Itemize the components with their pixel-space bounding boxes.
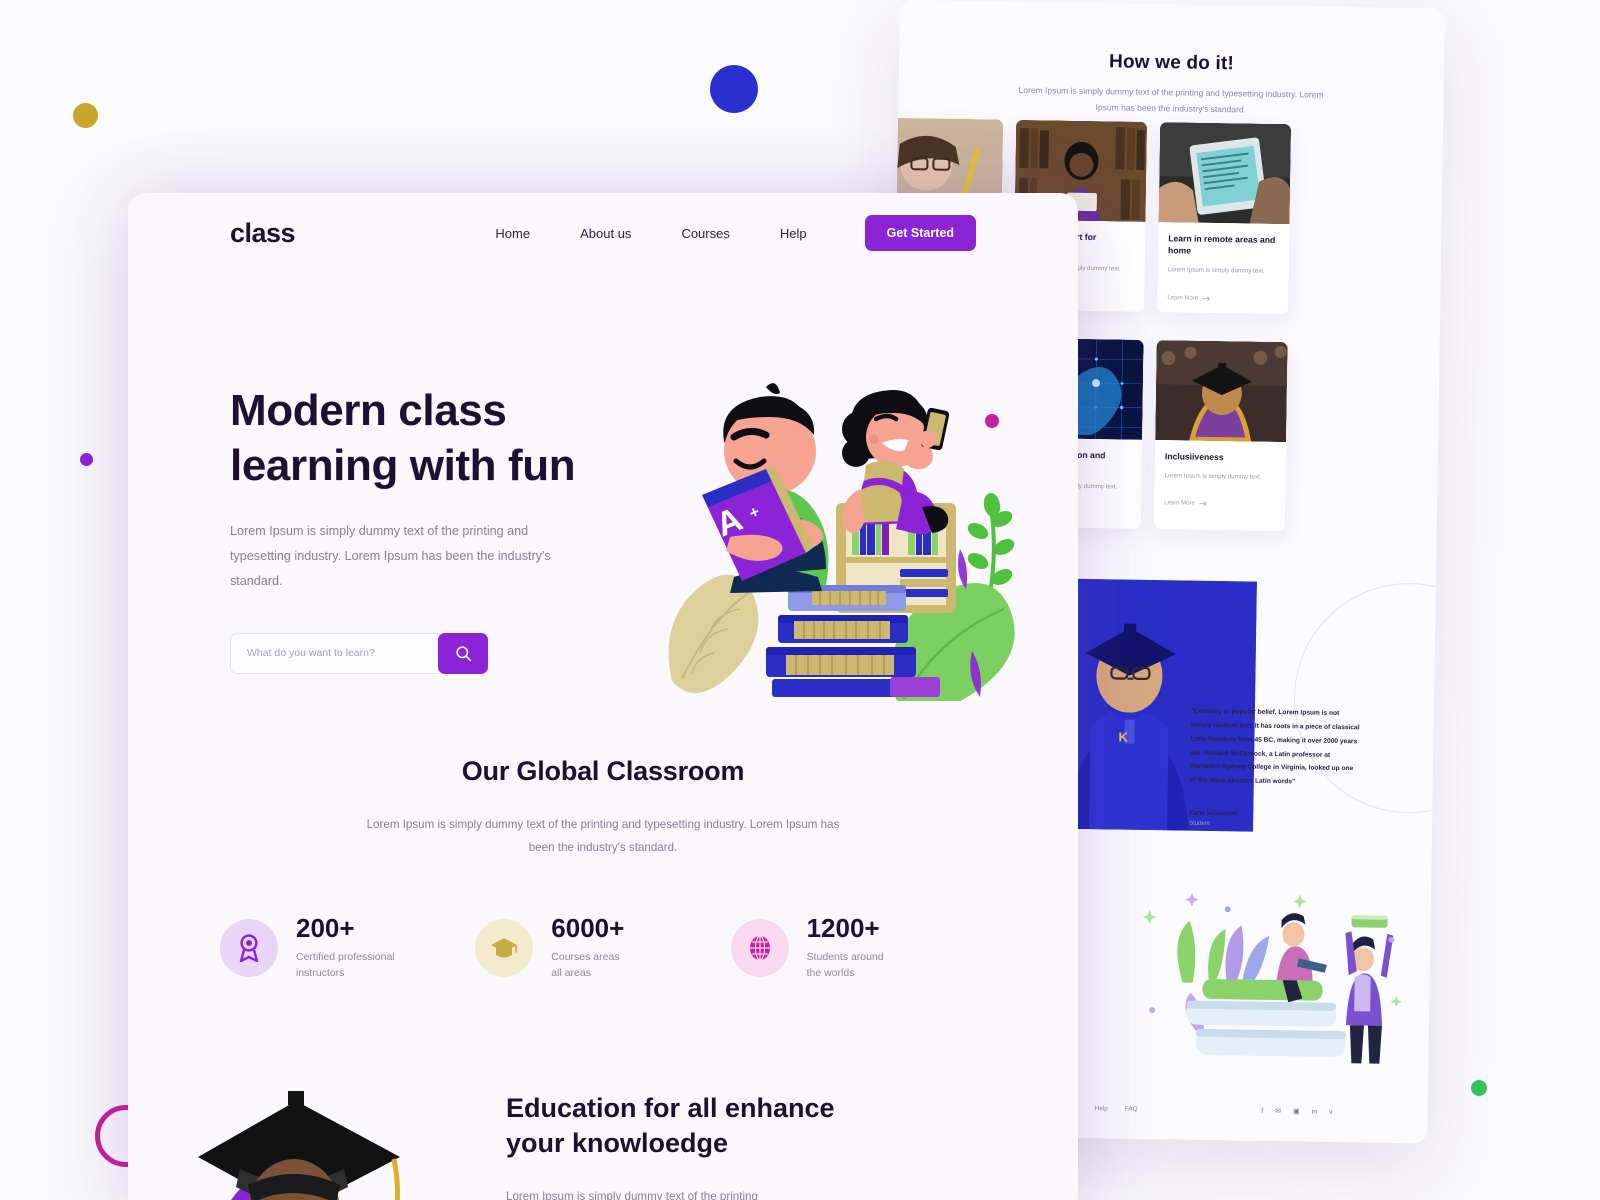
logo[interactable]: class [230,218,296,249]
learn-more-link[interactable]: Learn More [1164,500,1275,508]
hero-section: Modern class learning with fun Lorem Ips… [128,273,1078,701]
nav-item-help[interactable]: Help [755,226,832,241]
arrow-right-icon [1202,296,1210,301]
stat-number: 1200+ [806,912,880,943]
hero-copy: Modern class learning with fun Lorem Ips… [230,345,670,674]
ribbon-award-icon-wrap [220,919,278,978]
section-title-global-classroom: Our Global Classroom [461,755,745,786]
stat-label: Certified professional instructors [296,950,395,982]
globe-icon-wrap [730,919,789,978]
stat-item-students: 1200+ Students around the worlds [730,915,986,982]
books-and-students-illustration [1121,882,1414,1072]
card-thumbnail-tablet-reading [1158,122,1292,225]
stat-label-line-1: Students around [806,950,884,963]
girl-reading-phone [841,390,950,535]
instagram-icon[interactable]: ▣ [1293,1107,1300,1115]
get-started-button[interactable]: Get Started [864,215,976,251]
footer-link-faq[interactable]: FAQ [1125,1105,1138,1112]
card-title: Learn in remote areas and home [1168,233,1276,256]
preview-card-2[interactable]: Learn in remote areas and home Lorem Ips… [1157,122,1292,314]
page-title: Modern class learning with fun [230,383,670,493]
arrow-right-icon [1198,501,1207,507]
card-text: Lorem Ipsum is simply dummy text. [1164,472,1262,481]
main-nav: Home About us Courses Help Get Started [470,215,976,251]
card-title: Inclusiiveness [1164,450,1224,462]
learn-more-label: Learn More [1164,500,1195,507]
search-icon [455,645,471,661]
global-classroom-section: Our Global Classroom Lorem Ipsum is simp… [128,756,1078,859]
decor-dot-green [1471,1080,1487,1096]
stat-item-courses: 6000+ Courses areas all areas [475,915,730,982]
decor-dot-purple-small [80,453,93,466]
testimonial-author: Kane willamson [1189,809,1238,818]
decor-dot-magenta [985,414,999,428]
card-text: Lorem Ipsum is simply dummy text. [1167,266,1265,276]
twitter-icon[interactable]: ✉ [1275,1107,1281,1115]
card-thumbnail-graduation [1155,339,1288,442]
education-title-line-1: Education for all enhance [506,1093,835,1124]
nav-item-about-us[interactable]: About us [555,226,656,241]
stats-row: 200+ Certified professional instructors [128,915,1078,982]
section-paragraph-global-classroom: Lorem Ipsum is simply dummy text of the … [366,817,840,854]
hero-paragraph: Lorem Ipsum is simply dummy text of the … [230,524,551,589]
stat-text: 6000+ Courses areas all areas [551,915,624,982]
stat-label: Students around the worlds [807,950,884,982]
decor-dot-gold [73,103,98,128]
section-title-education: Education for all enhance your knowloedg… [506,1091,835,1160]
nav-item-home[interactable]: Home [470,226,555,241]
preview-card-4[interactable]: Inclusiiveness Lorem Ipsum is simply dum… [1153,339,1288,532]
main-landing-page-card: class Home About us Courses Help Get Sta… [128,193,1078,1200]
ribbon-award-icon [239,934,259,963]
nav-item-courses[interactable]: Courses [656,226,754,241]
stat-label-line-1: Certified professional [296,950,395,963]
site-header: class Home About us Courses Help Get Sta… [128,193,1078,273]
decor-dot-blue-large [710,65,758,113]
search-input[interactable] [230,632,438,674]
facebook-icon[interactable]: f [1261,1107,1263,1114]
stat-label-line-1: Courses areas [551,950,620,963]
graduate-photo [128,1039,463,1200]
stat-label-line-2: the worlds [806,966,855,979]
testimonial-quote: “Contrary to popular belief, Lorem Ipsum… [1189,707,1360,786]
stat-label: Courses areas all areas [551,950,624,982]
stat-number: 200+ [296,912,355,943]
testimonial-block: “Contrary to popular belief, Lorem Ipsum… [1189,705,1361,830]
stat-text: 1200+ Students around the worlds [807,915,884,982]
vimeo-icon[interactable]: v [1329,1108,1333,1115]
stat-text: 200+ Certified professional instructors [296,915,395,982]
stat-label-line-2: all areas [551,966,591,979]
education-section: Education for all enhance your knowloedg… [128,1039,1078,1200]
screenshot-canvas: How we do it! Lorem Ipsum is simply dumm… [0,0,1600,1200]
section-paragraph-education: Lorem Ipsum is simply dummy text of the … [506,1189,758,1200]
hero-search [230,632,488,674]
right-panel-subtitle: Lorem Ipsum is simply dummy text of the … [1018,84,1324,115]
hero-title-line-1: Modern class [230,386,507,435]
footer-social-links: f ✉ ▣ in v [1261,1107,1333,1116]
svg-text:K: K [1118,730,1128,745]
linkedin-icon[interactable]: in [1312,1108,1318,1115]
search-button[interactable] [438,632,488,674]
globe-icon [749,935,770,961]
hero-illustration-kids-reading: A + [660,381,1030,701]
boy-reading: A + [702,383,829,593]
learn-more-label: Learn More [1167,294,1199,302]
right-panel-title: How we do it! [1108,51,1235,75]
footer-link-help[interactable]: Help [1095,1105,1108,1112]
student-lifting-book [1345,915,1394,1064]
stat-number: 6000+ [551,912,625,943]
stat-label-line-2: instructors [296,966,345,979]
stat-item-instructors: 200+ Certified professional instructors [220,915,475,982]
education-title-line-2: your knowloedge [506,1127,729,1158]
graduation-cap-icon [491,938,518,958]
education-copy: Education for all enhance your knowloedg… [463,1039,905,1200]
graduation-cap-icon-wrap [475,919,534,978]
hero-title-line-2: learning with fun [230,441,576,490]
learn-more-link[interactable]: Learn More [1167,295,1278,303]
